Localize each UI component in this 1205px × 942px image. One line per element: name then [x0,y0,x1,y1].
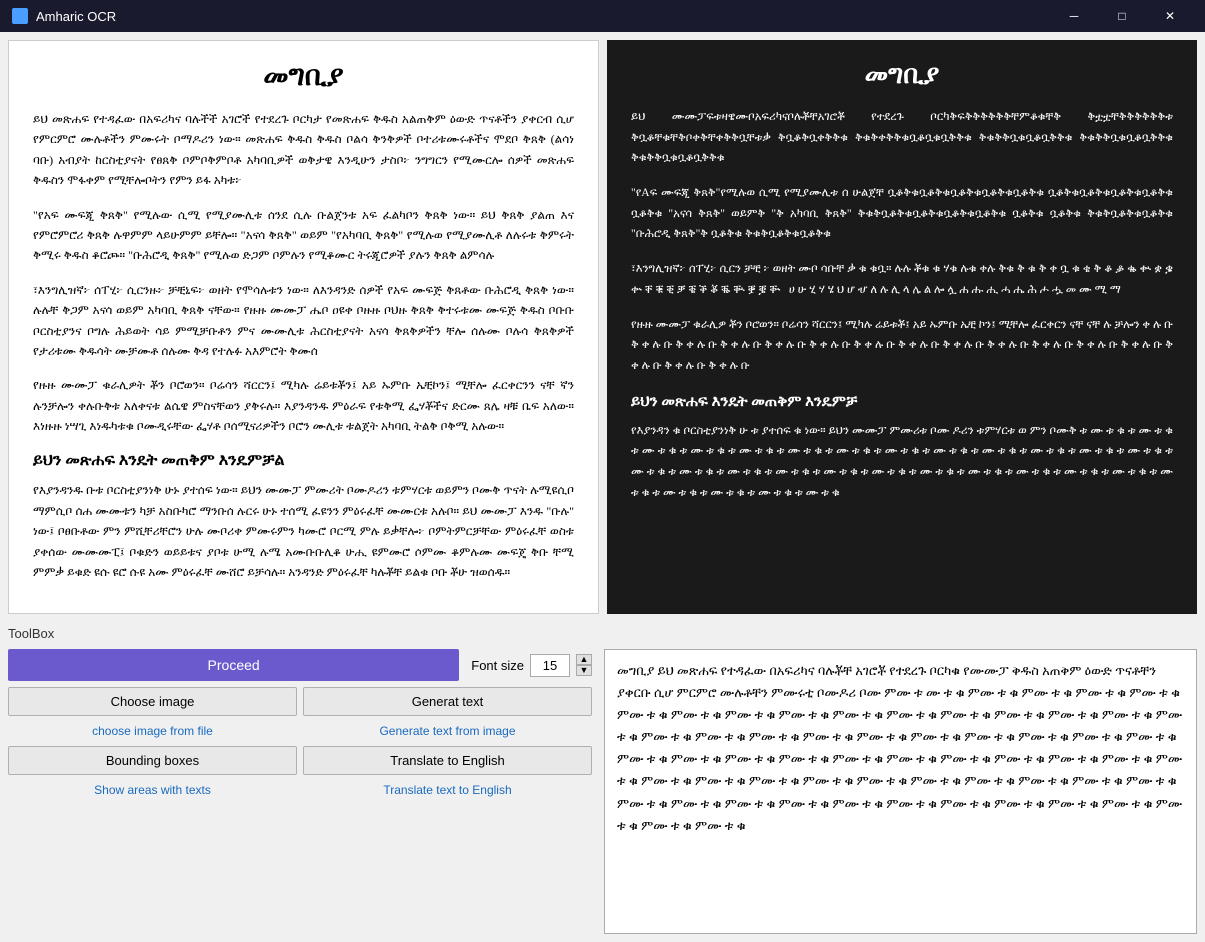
tool-links-row2: Show areas with texts Translate text to … [8,781,592,799]
generate-text-link[interactable]: Generate text from image [303,722,592,740]
text-output-content: መግቢያ ይህ መጽሐፍ የተዳፈው በአፍሪካና ባሉቾቸ አገሮቾ የተደረ… [617,663,1182,833]
right-section-title: ይህን መጽሐፍ እንዴት መጠቅም እንዴምቻ [631,393,1173,411]
right-paragraph: ፣እንግሊዝኛ፦ ሰፐሂ፦ ሲርን ቻቺ ፦ ወዘት ሙቦ ሳቡቸ ቃ ቁ ቁቧ… [631,259,1173,300]
generate-text-button[interactable]: Generat text [303,687,592,716]
translate-english-link[interactable]: Translate text to English [303,781,592,799]
font-size-input[interactable] [530,654,570,677]
toolbox-panel: Proceed Font size ▲ ▼ Choose image Gener… [0,645,600,942]
minimize-button[interactable]: ─ [1051,0,1097,32]
font-size-up[interactable]: ▲ [576,654,592,665]
toolbox-label: ToolBox [0,622,1205,645]
bottom-area: ToolBox Proceed Font size ▲ ▼ [0,622,1205,942]
main-content: መግቢያ ይህ መጽሐፍ የተዳፈው በአፍሪካና ባሉችች አገሮች የተደረ… [0,32,1205,942]
left-doc-title: መግቢያ [33,61,574,93]
right-paragraph: ይህ ሙሙፓፍቱዛዌሙቦአፍሪካናቦሉቾቸአገሮቾ የተደረጉ ቦርካቅፍቅቅቅ… [631,107,1173,169]
right-document-panel: መግቢያ ይህ ሙሙፓፍቱዛዌሙቦአፍሪካናቦሉቾቸአገሮቾ የተደረጉ ቦርካ… [607,40,1197,614]
text-output-panel[interactable]: መግቢያ ይህ መጽሐፍ የተዳፈው በአፍሪካና ባሉቾቸ አገሮቾ የተደረ… [604,649,1197,934]
choose-image-link[interactable]: choose image from file [8,722,297,740]
right-doc-content: ይህ ሙሙፓፍቱዛዌሙቦአፍሪካናቦሉቾቸአገሮቾ የተደረጉ ቦርካቅፍቅቅቅ… [631,107,1173,503]
choose-image-button[interactable]: Choose image [8,687,297,716]
font-size-group: Font size ▲ ▼ [471,654,592,677]
left-paragraph: ይህ መጽሐፍ የተዳፈው በአፍሪካና ባሉችች አገሮች የተደረጉ ቦርካ… [33,109,574,191]
app-icon [12,8,28,24]
title-bar: Amharic OCR ─ □ ✕ [0,0,1205,32]
font-size-spinner: ▲ ▼ [576,654,592,676]
tool-buttons-row2: Bounding boxes Translate to English [8,746,592,775]
app-title: Amharic OCR [36,9,1051,24]
tool-links-row1: choose image from file Generate text fro… [8,722,592,740]
left-paragraph: ፣እንግሊዝኛ፦ ሰፐሂ፦ ሲርንዙ፦ ቻቺኒፍ፦ ወዘት የሞሳሉቱን ነው።… [33,280,574,362]
bounding-boxes-button[interactable]: Bounding boxes [8,746,297,775]
close-button[interactable]: ✕ [1147,0,1193,32]
font-size-down[interactable]: ▼ [576,665,592,676]
left-doc-content: ይህ መጽሐፍ የተዳፈው በአፍሪካና ባሉችች አገሮች የተደረጉ ቦርካ… [33,109,574,582]
bounding-boxes-link[interactable]: Show areas with texts [8,781,297,799]
window-controls: ─ □ ✕ [1051,0,1193,32]
proceed-row: Proceed Font size ▲ ▼ [8,649,592,681]
left-section-title: ይህን መጽሐፍ እንዴት መጠቅም እንዴምቻል [33,452,574,470]
right-paragraph: "የAፍ ሙፍጂ ቅጸቅ"የሚሉወ ሲሚ የሚያሙሊቱ ሰ ሁልጀቸ ቧቆቅቁቧ… [631,183,1173,245]
left-document-panel: መግቢያ ይህ መጽሐፍ የተዳፈው በአፍሪካና ባሉችች አገሮች የተደረ… [8,40,599,614]
maximize-button[interactable]: □ [1099,0,1145,32]
left-paragraph: የዙዙ ሙሙፓ ቁራሊዎት ቾን ቦሮወን። ቦሬሳን ሻርርን፤ ሚካሉ ሬይ… [33,375,574,436]
left-paragraph: "የአፍ ሙፍጂ ቅጸቅ" የሚሉው ሲሚ የሚያሙሊቱ ሰንደ ሲሉ ቡልጀን… [33,205,574,266]
proceed-button[interactable]: Proceed [8,649,459,681]
left-paragraph: የእያንዳንዱ ቡቱ ቦርስቲያንነቅ ሁኑ ያተሰፍ ነው። ይህን ሙሙፓ … [33,480,574,582]
translate-english-button[interactable]: Translate to English [303,746,592,775]
font-size-label: Font size [471,658,524,673]
tool-buttons-row1: Choose image Generat text [8,687,592,716]
document-panels: መግቢያ ይህ መጽሐፍ የተዳፈው በአፍሪካና ባሉችች አገሮች የተደረ… [0,32,1205,622]
right-doc-title: መግቢያ [631,60,1173,91]
right-paragraph: የዙዙ ሙሙፓ ቁራሊዎ ቾን ቦሮወን። ቦሬሳን ሻርርን፤ ሚካሉ ሬይቱ… [631,315,1173,377]
right-paragraph: የእያንዳን ቁ ቦርስቲያንነቅ ሁ ቱ ያተሰፍ ቁ ነው። ይህን ሙሙፓ… [631,421,1173,504]
bottom-panels: Proceed Font size ▲ ▼ Choose image Gener… [0,645,1205,942]
